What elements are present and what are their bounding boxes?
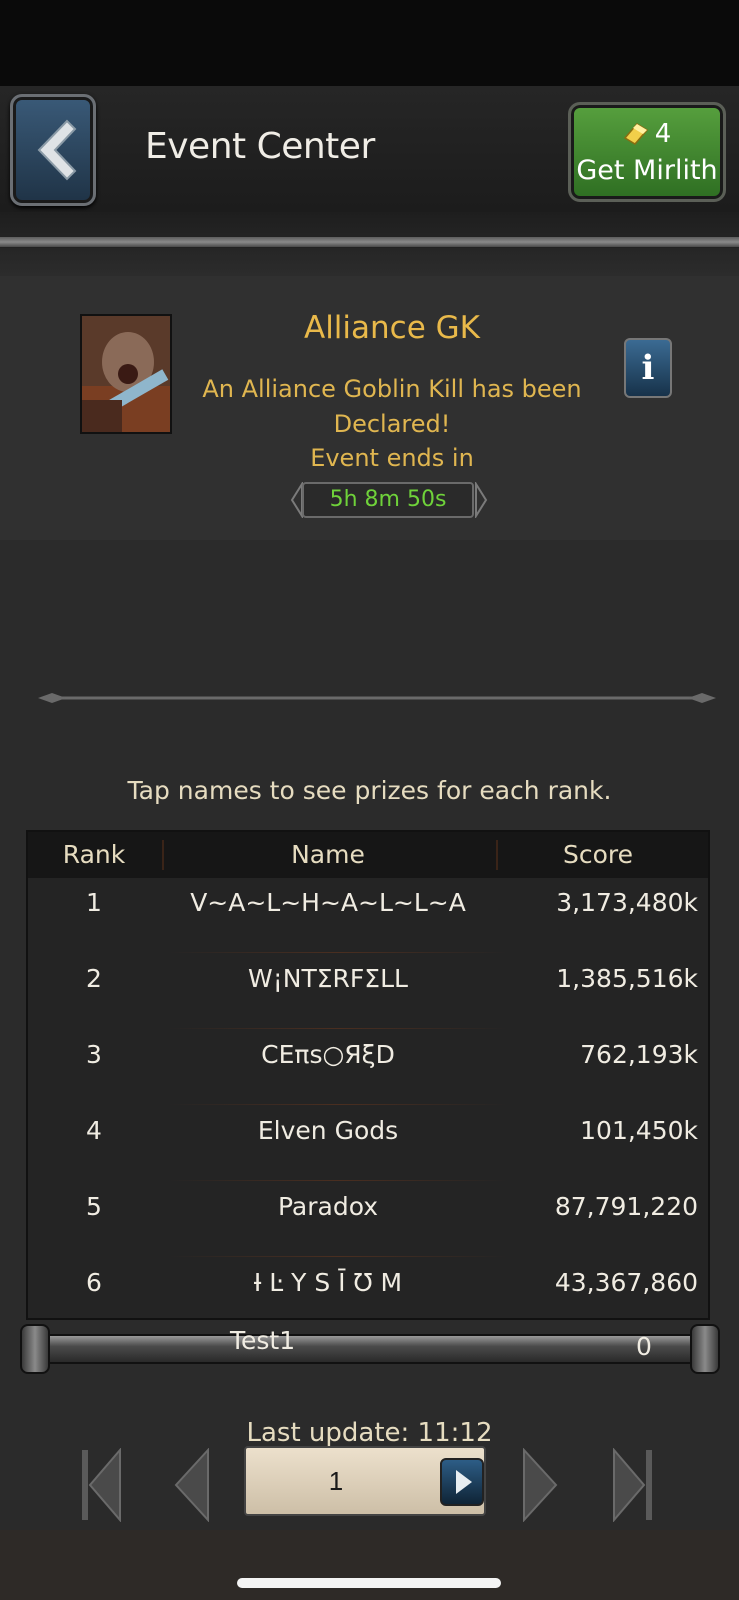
event-description: An Alliance Goblin Kill has been Declare… <box>202 375 582 438</box>
table-row[interactable]: 3 CEπs○ЯξD 762,193k <box>28 1030 708 1106</box>
leaderboard-table: Rank Name Score 1 V~A~L~H~A~L~L~A 3,173,… <box>26 830 710 1320</box>
status-bar <box>0 0 739 86</box>
last-update: Last update: 11:12 <box>246 1418 493 1448</box>
leaderboard-area: Tap names to see prizes for each rank. R… <box>0 540 739 1522</box>
column-score: Score <box>562 840 634 869</box>
home-indicator[interactable] <box>237 1578 501 1588</box>
row-name[interactable]: W¡NTΣRFΣLL <box>168 954 488 1004</box>
header-divider <box>0 212 739 276</box>
row-rank: 2 <box>86 964 102 993</box>
go-button[interactable] <box>440 1458 484 1506</box>
page-selector[interactable]: 1 <box>244 1446 486 1516</box>
get-mirlith-button[interactable]: 4 Get Mirlith <box>568 102 726 202</box>
mirlith-count: 4 <box>654 119 672 149</box>
event-ends-label: Event ends in <box>310 444 474 472</box>
row-rank: 1 <box>86 888 102 917</box>
row-rank: 6 <box>86 1268 102 1297</box>
page-number[interactable]: 1 <box>246 1448 426 1514</box>
row-rank: 3 <box>86 1040 102 1069</box>
table-header: Rank Name Score <box>28 832 708 878</box>
column-rank: Rank <box>62 840 126 869</box>
first-page-icon[interactable] <box>78 1448 124 1522</box>
row-rank: 4 <box>86 1116 102 1145</box>
info-button[interactable]: i <box>624 338 672 398</box>
table-row[interactable]: 1 V~A~L~H~A~L~L~A 3,173,480k <box>28 878 708 954</box>
event-title: Alliance GK <box>303 310 480 346</box>
own-rank-bar: Test1 0 <box>20 1324 720 1374</box>
event-timer: 5h 8m 50s <box>302 482 474 518</box>
row-rank: 5 <box>86 1192 102 1221</box>
event-panel: Alliance GK An Alliance Goblin Kill has … <box>0 276 739 540</box>
get-mirlith-label: Get Mirlith <box>576 155 718 186</box>
row-score: 43,367,860 <box>554 1268 698 1297</box>
prev-page-icon[interactable] <box>172 1448 212 1522</box>
row-score: 3,173,480k <box>556 888 698 917</box>
timer-right-ornament-icon <box>475 482 488 518</box>
row-score: 1,385,516k <box>556 964 698 993</box>
table-row[interactable]: 6 Ɨ Ŀ Y S Ī Ʊ M 43,367,860 <box>28 1258 708 1334</box>
row-score: 762,193k <box>580 1040 698 1069</box>
own-score: 0 <box>636 1332 652 1361</box>
gold-bar-icon <box>623 123 648 145</box>
table-row[interactable]: 2 W¡NTΣRFΣLL 1,385,516k <box>28 954 708 1030</box>
next-page-icon[interactable] <box>520 1448 560 1522</box>
page-title: Event Center <box>145 126 375 167</box>
tap-hint: Tap names to see prizes for each rank. <box>127 776 612 805</box>
table-row[interactable]: 4 Elven Gods 101,450k <box>28 1106 708 1182</box>
row-score: 101,450k <box>580 1116 698 1145</box>
own-name: Test1 <box>230 1326 296 1355</box>
header: Event Center 4 Get Mirlith <box>0 86 739 212</box>
chevron-left-icon <box>37 119 77 181</box>
bottom-bar <box>0 1530 739 1600</box>
row-name[interactable]: Ɨ Ŀ Y S Ī Ʊ M <box>168 1258 488 1308</box>
row-name[interactable]: CEπs○ЯξD <box>168 1030 488 1080</box>
row-name[interactable]: V~A~L~H~A~L~L~A <box>168 878 488 928</box>
row-name[interactable]: Paradox <box>168 1182 488 1232</box>
event-portrait <box>80 314 172 434</box>
row-score: 87,791,220 <box>554 1192 698 1221</box>
row-name[interactable]: Elven Gods <box>168 1106 488 1156</box>
column-name: Name <box>291 840 365 869</box>
table-row[interactable]: 5 Paradox 87,791,220 <box>28 1182 708 1258</box>
section-divider <box>38 693 716 703</box>
play-icon <box>456 1470 472 1494</box>
back-button[interactable] <box>10 94 96 206</box>
last-page-icon[interactable] <box>610 1448 656 1522</box>
